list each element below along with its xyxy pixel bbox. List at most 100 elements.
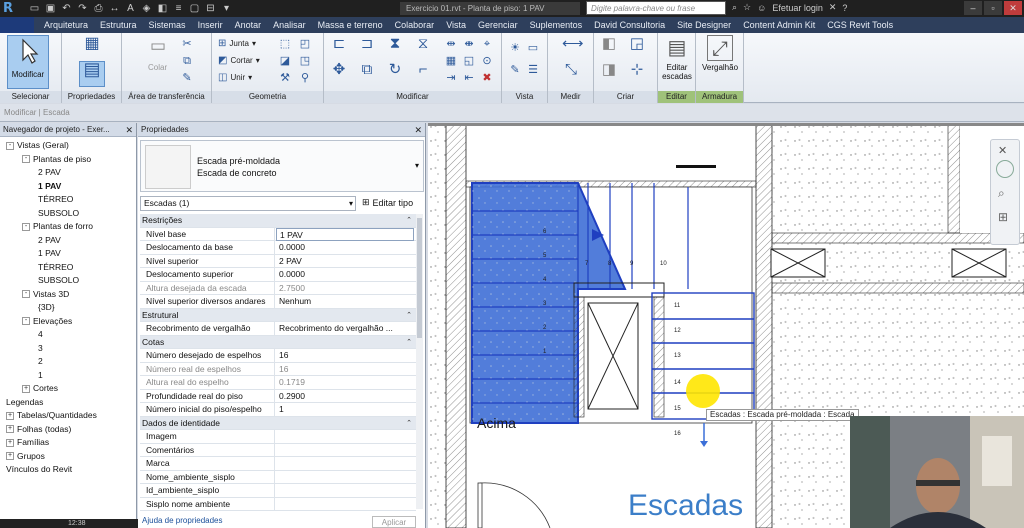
wall-middle[interactable]: [755, 123, 773, 528]
thin-lines-icon[interactable]: ≡: [172, 2, 185, 15]
copy-icon[interactable]: ⧉: [180, 54, 194, 68]
paint-icon[interactable]: ◪: [278, 54, 292, 68]
collapse-icon[interactable]: ⌃: [406, 309, 412, 322]
minimize-icon[interactable]: –: [964, 1, 982, 15]
property-row[interactable]: Nível superior 2 PAV: [140, 254, 416, 268]
tree-item[interactable]: 1 PAV: [38, 247, 61, 260]
mirror-axis-icon[interactable]: ⧗: [386, 36, 404, 55]
expander-icon[interactable]: +: [6, 438, 14, 447]
trim-icon[interactable]: ⌐: [414, 62, 432, 81]
customize-icon[interactable]: ▾: [220, 2, 233, 15]
copy-element-icon[interactable]: ⧉: [358, 62, 376, 81]
instance-filter-select[interactable]: Escadas (1) ▾: [140, 196, 356, 211]
tree-item[interactable]: - Plantas de piso: [22, 153, 91, 166]
tab-7[interactable]: Colaborar: [389, 19, 441, 31]
property-row[interactable]: Número desejado de espelhos 16: [140, 349, 416, 363]
tree-item[interactable]: SUBSOLO: [38, 207, 79, 220]
tree-item[interactable]: Vínculos do Revit: [6, 463, 72, 476]
tree-item[interactable]: SUBSOLO: [38, 274, 79, 287]
property-row[interactable]: Número inicial do piso/espelho 1: [140, 403, 416, 417]
expander-icon[interactable]: -: [6, 141, 14, 150]
panel-label-select[interactable]: Selecionar: [0, 91, 61, 103]
linework-icon[interactable]: ✎: [508, 63, 522, 77]
unpin-icon[interactable]: ⊙: [480, 54, 494, 68]
cut-icon[interactable]: ✂: [180, 37, 194, 51]
property-value[interactable]: 1: [276, 403, 414, 416]
property-value[interactable]: [276, 444, 414, 457]
expander-icon[interactable]: +: [6, 425, 14, 434]
tab-10[interactable]: Suplementos: [524, 19, 589, 31]
offset-icon[interactable]: ⊐: [358, 36, 376, 55]
exchange-icon[interactable]: ✕: [829, 2, 837, 13]
close-icon[interactable]: ✕: [998, 144, 1007, 157]
wall-left[interactable]: [445, 123, 467, 528]
tab-6[interactable]: Massa e terreno: [312, 19, 389, 31]
binoculars-icon[interactable]: ⌕: [732, 2, 737, 13]
edit-stairs-button[interactable]: ▤ Editar escadas: [658, 35, 696, 89]
property-value[interactable]: 16: [276, 349, 414, 362]
wall-right-upper[interactable]: [947, 123, 961, 234]
tab-2[interactable]: Sistemas: [143, 19, 192, 31]
type-properties-icon[interactable]: ▦: [82, 36, 102, 57]
tree-item[interactable]: + Cortes: [22, 382, 58, 395]
tree-item[interactable]: 2 PAV: [38, 234, 61, 247]
text-icon[interactable]: A: [124, 2, 137, 15]
properties-scrollbar[interactable]: [416, 214, 423, 509]
split-face-icon[interactable]: ◰: [298, 37, 312, 51]
property-value[interactable]: 2 PAV: [276, 255, 414, 268]
tree-item[interactable]: - Vistas 3D: [22, 288, 69, 301]
expander-icon[interactable]: -: [22, 290, 30, 299]
tree-item[interactable]: 4: [38, 328, 43, 341]
open-icon[interactable]: ▭: [28, 2, 41, 15]
pin-icon[interactable]: ⌖: [480, 37, 494, 51]
expander-icon[interactable]: +: [6, 411, 14, 420]
trim-multiple-icon[interactable]: ⇤: [462, 71, 476, 85]
print-icon[interactable]: ⎙: [92, 2, 105, 15]
tree-item[interactable]: 1: [38, 369, 43, 382]
zoom-icon[interactable]: ⌕: [998, 186, 1005, 201]
tab-3[interactable]: Inserir: [192, 19, 229, 31]
revit-logo[interactable]: R: [3, 1, 25, 16]
dimension-icon[interactable]: ⤡: [562, 62, 580, 81]
property-row[interactable]: Comentários: [140, 443, 416, 457]
tree-item[interactable]: TÉRREO: [38, 193, 73, 206]
property-group-header[interactable]: Cotas ⌃: [140, 335, 416, 349]
tab-13[interactable]: Content Admin Kit: [737, 19, 821, 31]
tree-item[interactable]: {3D}: [38, 301, 55, 314]
property-value[interactable]: 0.2900: [276, 390, 414, 403]
tree-item[interactable]: + Tabelas/Quantidades: [6, 409, 97, 422]
create-group-icon[interactable]: ◲: [628, 36, 646, 55]
expander-icon[interactable]: -: [22, 317, 30, 326]
split-icon[interactable]: ⇹: [444, 37, 458, 51]
scrollbar-thumb[interactable]: [417, 218, 422, 338]
application-menu-button[interactable]: [0, 17, 34, 33]
pan-icon[interactable]: ⊞: [998, 210, 1008, 224]
tree-item[interactable]: + Folhas (todas): [6, 423, 71, 436]
tree-item[interactable]: 3: [38, 342, 43, 355]
property-value[interactable]: [276, 457, 414, 470]
close-hidden-icon[interactable]: ▢: [188, 2, 201, 15]
property-group-header[interactable]: Estrutural ⌃: [140, 308, 416, 322]
tab-11[interactable]: David Consultoria: [588, 19, 671, 31]
graphics-icon[interactable]: ☰: [526, 63, 540, 77]
extend-icon[interactable]: ⇥: [444, 71, 458, 85]
edit-type-button[interactable]: ⊞ Editar tipo: [362, 197, 413, 208]
redo-icon[interactable]: ↷: [76, 2, 89, 15]
property-value[interactable]: 0.0000: [276, 241, 414, 254]
section-icon[interactable]: ◧: [156, 2, 169, 15]
login-button[interactable]: Efetuar login: [772, 3, 823, 13]
tree-item[interactable]: + Grupos: [6, 450, 45, 463]
align-icon[interactable]: ⊏: [330, 36, 348, 55]
collapse-icon[interactable]: ⌃: [406, 336, 412, 349]
demolish-icon[interactable]: ⚒: [278, 71, 292, 85]
property-row[interactable]: Recobrimento de vergalhão Recobrimento do…: [140, 322, 416, 336]
rotate-icon[interactable]: ↻: [386, 62, 404, 81]
help-icon[interactable]: ?: [842, 3, 847, 13]
tree-item[interactable]: + Famílias: [6, 436, 49, 449]
tree-item[interactable]: - Vistas (Geral): [6, 139, 69, 152]
tree-item[interactable]: - Elevações: [22, 315, 72, 328]
user-icon[interactable]: ☺: [757, 3, 766, 13]
cut-geometry-button[interactable]: ◩ Cortar ▾: [218, 55, 260, 66]
property-row[interactable]: Altura desejada da escada 2.7500: [140, 281, 416, 295]
tab-14[interactable]: CGS Revit Tools: [821, 19, 899, 31]
